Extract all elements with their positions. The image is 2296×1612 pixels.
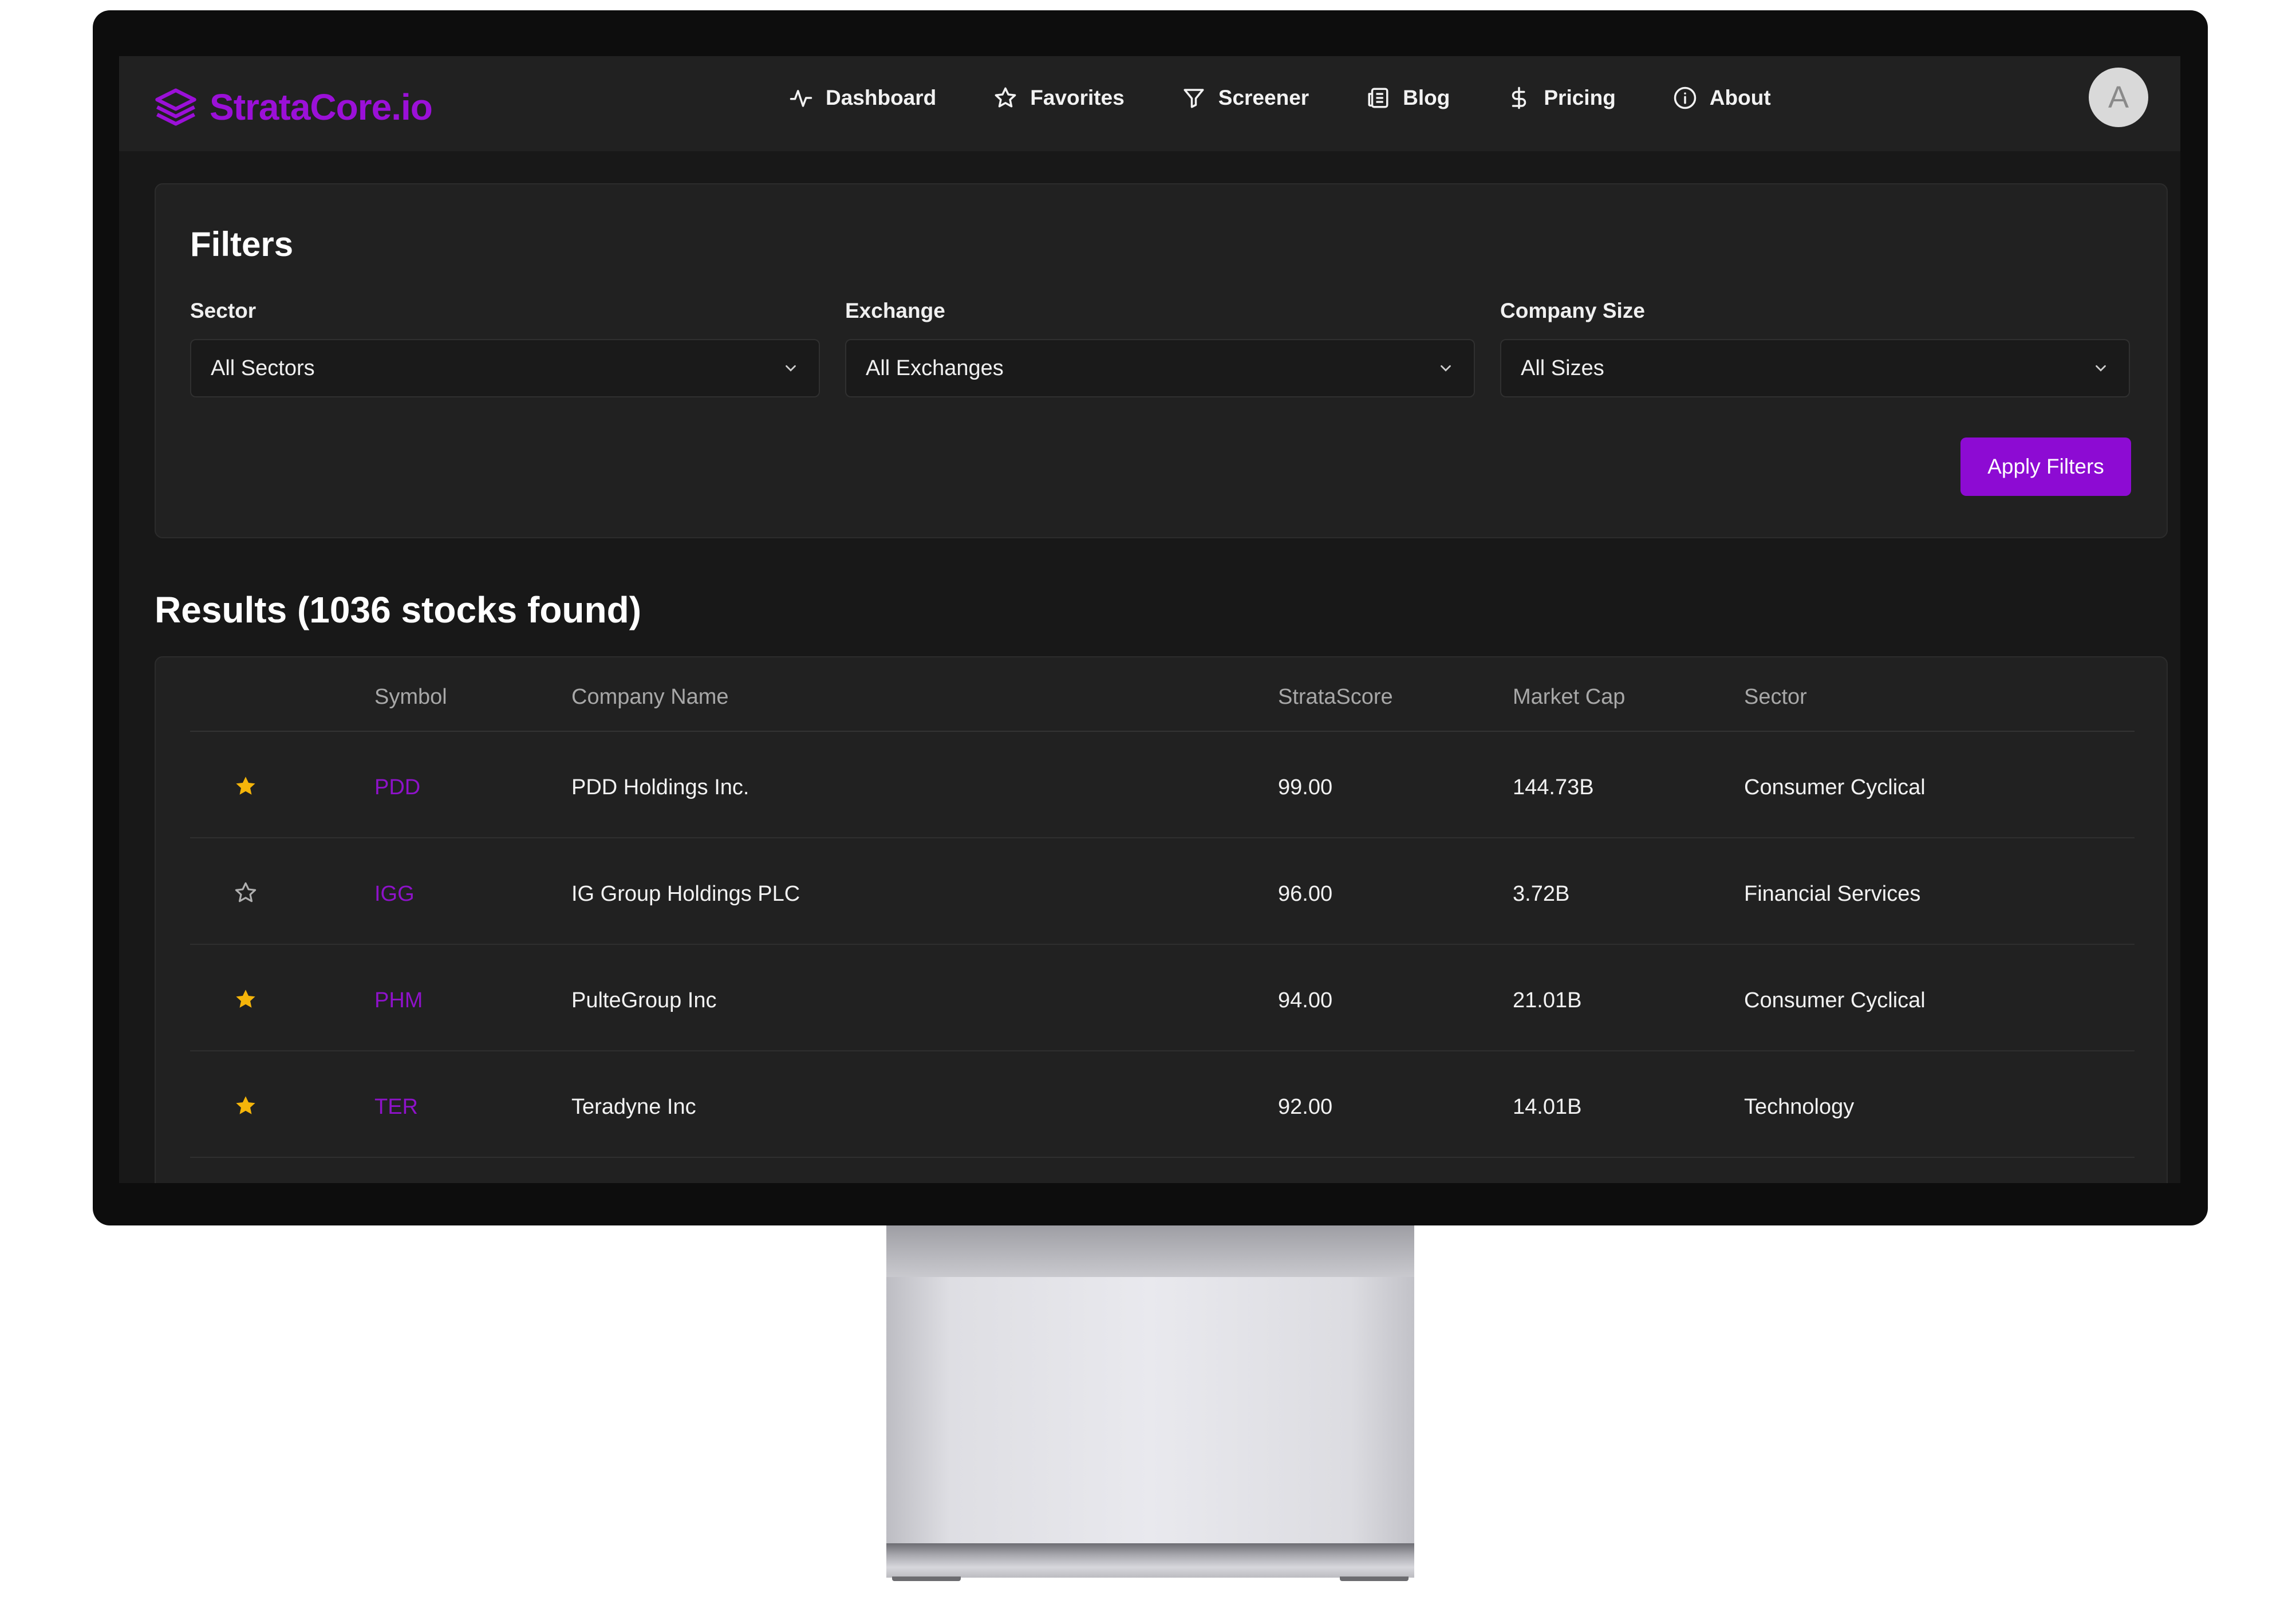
symbol-cell[interactable]: PHM bbox=[374, 988, 423, 1013]
brand-logo[interactable]: StrataCore.io bbox=[153, 85, 433, 129]
top-navbar: StrataCore.io Dashboard Favorites Screen… bbox=[119, 56, 2180, 151]
chevron-down-icon bbox=[786, 365, 796, 372]
star-filled-icon[interactable] bbox=[234, 1094, 258, 1118]
sector-cell: Financial Services bbox=[1744, 882, 1921, 906]
chevron-down-icon bbox=[1441, 365, 1451, 372]
company-cell: IG Group Holdings PLC bbox=[571, 882, 800, 906]
exchange-select-value: All Exchanges bbox=[866, 356, 1004, 380]
market-cap-cell: 3.72B bbox=[1513, 882, 1570, 906]
sector-cell: Consumer Cyclical bbox=[1744, 775, 1926, 799]
nav-links: Dashboard Favorites Screener Blog Pricin… bbox=[789, 86, 1828, 110]
stand-foot-left bbox=[892, 1576, 961, 1581]
user-avatar[interactable]: A bbox=[2089, 68, 2148, 127]
nav-blog[interactable]: Blog bbox=[1366, 86, 1450, 110]
company-cell: PulteGroup Inc bbox=[571, 988, 717, 1012]
sector-cell: Consumer Cyclical bbox=[1744, 988, 1926, 1012]
sector-filter: Sector All Sectors bbox=[190, 299, 820, 397]
column-header-sector[interactable]: Sector bbox=[1744, 685, 1807, 710]
table-row[interactable]: TER Teradyne Inc 92.00 14.01B Technology bbox=[190, 1051, 2135, 1158]
symbol-cell[interactable]: IGG bbox=[374, 882, 415, 906]
company-cell: PDD Holdings Inc. bbox=[571, 775, 749, 799]
newspaper-icon bbox=[1368, 88, 1388, 108]
stand-foot-right bbox=[1340, 1576, 1409, 1581]
nav-blog-label: Blog bbox=[1403, 86, 1450, 109]
column-header-symbol[interactable]: Symbol bbox=[374, 685, 447, 710]
star-filled-icon[interactable] bbox=[234, 987, 258, 1011]
company-size-select-value: All Sizes bbox=[1521, 356, 1604, 380]
nav-pricing-label: Pricing bbox=[1544, 86, 1616, 109]
market-cap-cell: 21.01B bbox=[1513, 988, 1582, 1012]
monitor-stand bbox=[886, 1225, 1414, 1546]
nav-pricing[interactable]: Pricing bbox=[1507, 86, 1616, 110]
column-header-stratascore[interactable]: StrataScore bbox=[1278, 685, 1393, 710]
monitor-stand-base bbox=[886, 1543, 1414, 1578]
table-row[interactable]: PDD PDD Holdings Inc. 99.00 144.73B Cons… bbox=[190, 732, 2135, 838]
sector-select[interactable]: All Sectors bbox=[190, 339, 820, 397]
score-cell: 99.00 bbox=[1278, 775, 1333, 799]
nav-favorites[interactable]: Favorites bbox=[993, 86, 1125, 110]
star-icon bbox=[995, 87, 1016, 108]
sector-label: Sector bbox=[190, 299, 257, 322]
dollar-icon bbox=[1512, 86, 1526, 109]
exchange-filter: Exchange All Exchanges bbox=[845, 299, 1475, 397]
star-outline-icon[interactable] bbox=[234, 881, 258, 905]
nav-screener-label: Screener bbox=[1218, 86, 1309, 109]
layers-icon bbox=[155, 88, 196, 126]
app-screen: StrataCore.io Dashboard Favorites Screen… bbox=[119, 56, 2180, 1183]
sector-cell: Technology bbox=[1744, 1095, 1855, 1119]
table-row[interactable]: IGG IG Group Holdings PLC 96.00 3.72B Fi… bbox=[190, 838, 2135, 945]
filters-title: Filters bbox=[190, 225, 294, 263]
nav-screener[interactable]: Screener bbox=[1182, 86, 1309, 110]
company-size-label: Company Size bbox=[1500, 299, 1645, 322]
brand-name: StrataCore.io bbox=[210, 86, 433, 128]
company-cell: Teradyne Inc bbox=[571, 1095, 696, 1119]
nav-dashboard-label: Dashboard bbox=[826, 86, 937, 109]
filters-panel: Filters Sector All Sectors Exchange All … bbox=[155, 183, 2168, 538]
activity-icon bbox=[790, 90, 812, 107]
column-header-market-cap[interactable]: Market Cap bbox=[1513, 685, 1625, 710]
market-cap-cell: 144.73B bbox=[1513, 775, 1594, 799]
nav-about-label: About bbox=[1709, 86, 1771, 109]
star-filled-icon[interactable] bbox=[234, 774, 258, 798]
score-cell: 92.00 bbox=[1278, 1095, 1333, 1119]
results-table: Symbol Company Name StrataScore Market C… bbox=[155, 656, 2168, 1183]
info-icon bbox=[1674, 86, 1697, 109]
symbol-cell[interactable]: PDD bbox=[374, 775, 420, 800]
chevron-down-icon bbox=[2096, 365, 2106, 372]
apply-filters-button[interactable]: Apply Filters bbox=[1960, 438, 2131, 496]
table-row[interactable]: PHM PulteGroup Inc 94.00 21.01B Consumer… bbox=[190, 945, 2135, 1051]
sector-select-value: All Sectors bbox=[211, 356, 315, 380]
nav-about[interactable]: About bbox=[1673, 86, 1771, 110]
table-header: Symbol Company Name StrataScore Market C… bbox=[190, 657, 2135, 732]
company-size-select[interactable]: All Sizes bbox=[1500, 339, 2130, 397]
score-cell: 96.00 bbox=[1278, 882, 1333, 906]
exchange-select[interactable]: All Exchanges bbox=[845, 339, 1475, 397]
company-size-filter: Company Size All Sizes bbox=[1500, 299, 2130, 397]
nav-favorites-label: Favorites bbox=[1030, 86, 1125, 109]
nav-dashboard[interactable]: Dashboard bbox=[789, 86, 936, 110]
column-header-company[interactable]: Company Name bbox=[571, 685, 729, 710]
score-cell: 94.00 bbox=[1278, 988, 1333, 1012]
exchange-label: Exchange bbox=[845, 299, 945, 322]
market-cap-cell: 14.01B bbox=[1513, 1095, 1582, 1119]
filter-icon bbox=[1183, 89, 1204, 108]
symbol-cell[interactable]: TER bbox=[374, 1095, 418, 1120]
results-title: Results (1036 stocks found) bbox=[155, 589, 641, 630]
